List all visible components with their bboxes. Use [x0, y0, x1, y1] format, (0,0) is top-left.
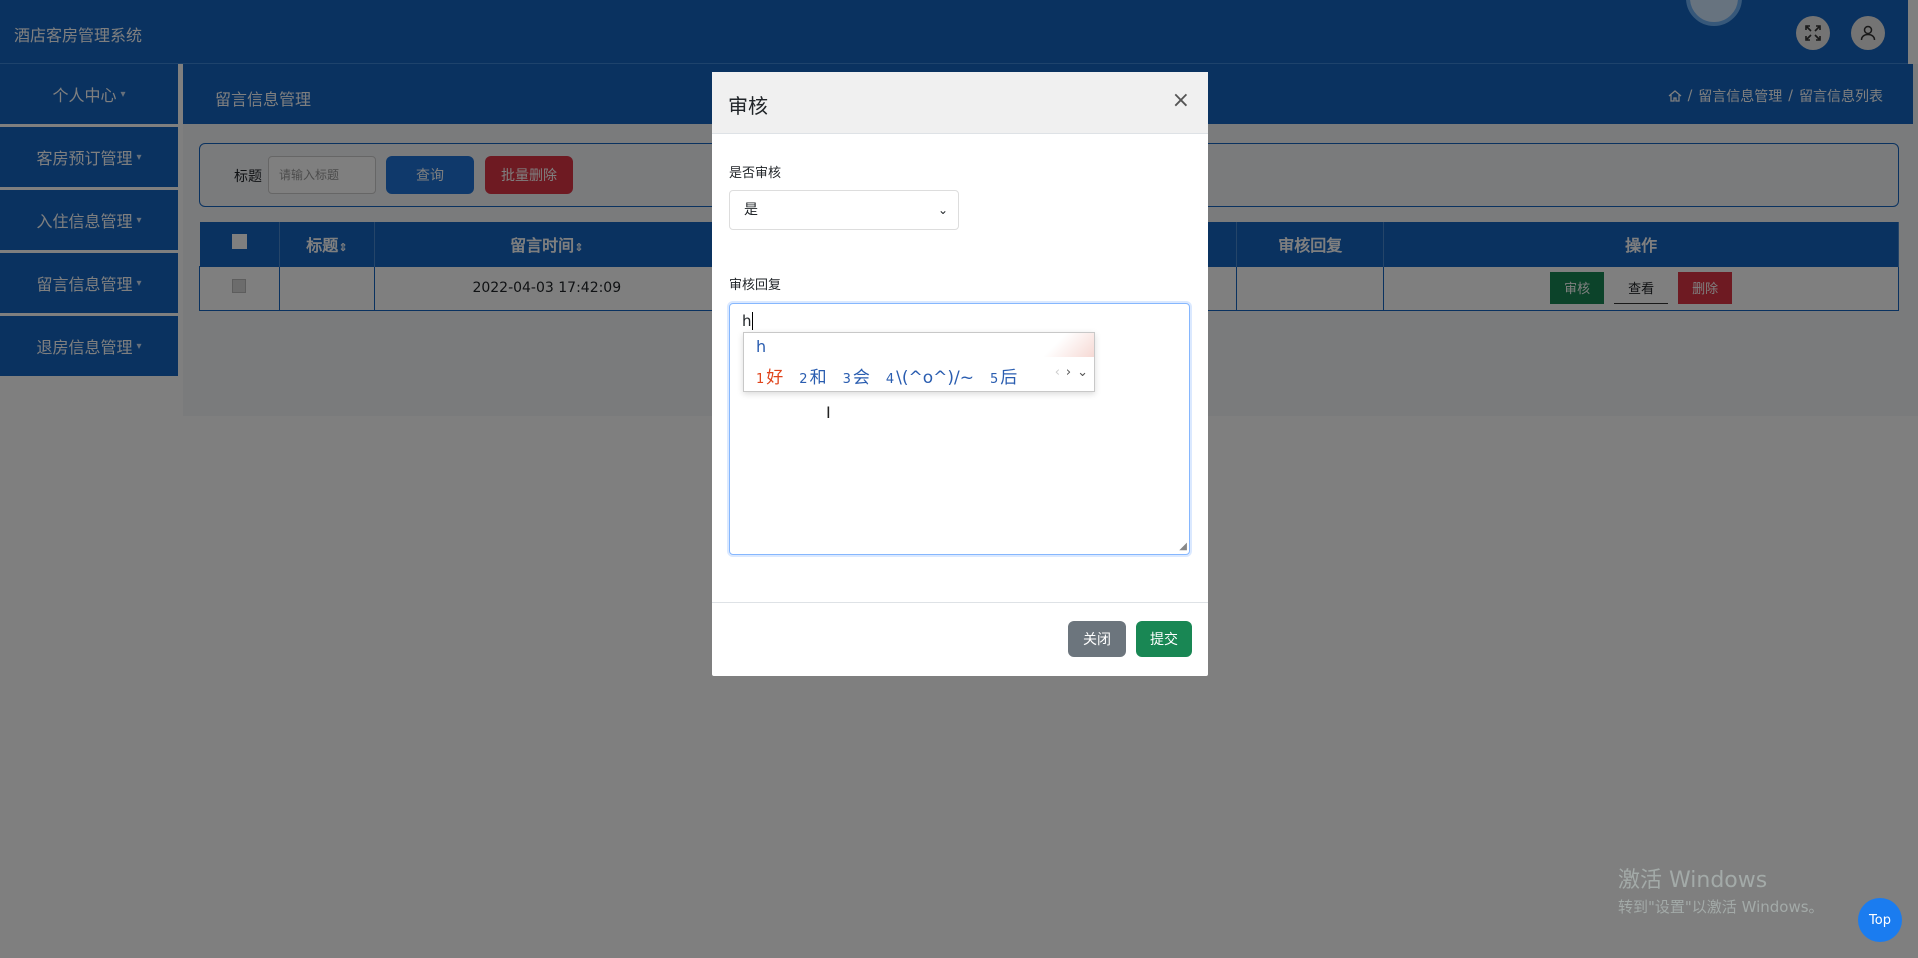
modal-header: 审核 × — [712, 72, 1208, 134]
ime-candidate-list: 1好 2和 3会 4 \(^o^)/~ 5后 — [756, 363, 1017, 388]
review-reply-label: 审核回复 — [729, 278, 782, 293]
submit-button[interactable]: 提交 — [1136, 621, 1192, 657]
ime-candidate[interactable]: 2和 — [799, 363, 826, 388]
expand-icon[interactable]: ⌄ — [1077, 365, 1088, 380]
review-status-label: 是否审核 — [729, 166, 782, 181]
ime-candidate[interactable]: 5后 — [990, 363, 1017, 388]
modal-title: 审核 — [728, 94, 768, 118]
review-status-select[interactable]: 是 ⌄ — [729, 190, 959, 230]
ime-composition: h — [756, 337, 767, 356]
modal-footer: 关闭 提交 — [712, 602, 1208, 676]
close-icon[interactable]: × — [1172, 88, 1190, 113]
windows-activation-watermark: 激活 Windows 转到"设置"以激活 Windows。 — [1618, 868, 1824, 916]
ime-candidate[interactable]: 1好 — [756, 363, 783, 388]
ime-candidate[interactable]: 4 \(^o^)/~ — [886, 368, 974, 388]
chevron-down-icon: ⌄ — [937, 203, 948, 217]
ime-candidate-window: h 1好 2和 3会 4 \(^o^)/~ 5后 ‹ › ⌄ — [743, 332, 1095, 392]
text-cursor-icon: I — [826, 403, 831, 422]
back-to-top-button[interactable]: Top — [1858, 898, 1902, 942]
ime-candidate[interactable]: 3会 — [843, 363, 870, 388]
close-button[interactable]: 关闭 — [1068, 621, 1126, 657]
next-page-icon[interactable]: › — [1066, 365, 1071, 380]
ime-nav: ‹ › ⌄ — [1055, 365, 1088, 380]
resize-handle-icon[interactable]: ◢ — [1179, 541, 1187, 552]
prev-page-icon[interactable]: ‹ — [1055, 365, 1060, 380]
